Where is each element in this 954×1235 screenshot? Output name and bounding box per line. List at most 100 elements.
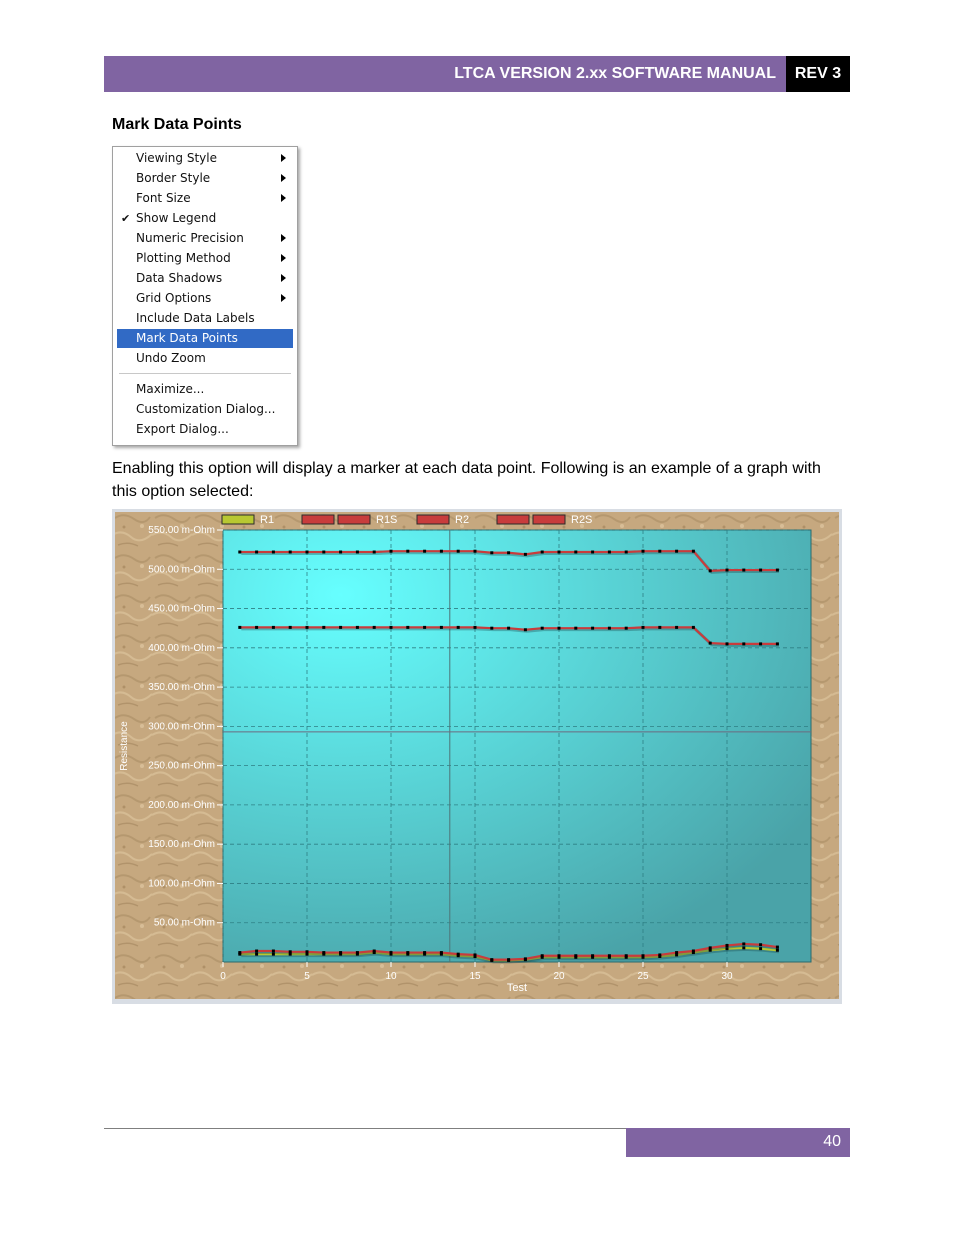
section-title: Mark Data Points (112, 116, 242, 133)
data-point-marker (372, 949, 376, 953)
data-point-marker (775, 642, 779, 646)
context-menu: Viewing Style Border Style Font Size ✔ Sh… (112, 146, 298, 446)
y-tick-label: 250.00 m-Ohm (148, 761, 215, 772)
y-tick-label: 350.00 m-Ohm (148, 682, 215, 693)
data-point-marker (473, 953, 477, 957)
menu-item-include-data-labels[interactable]: Include Data Labels (117, 309, 293, 328)
menu-item-undo-zoom[interactable]: Undo Zoom (117, 349, 293, 368)
legend-swatch (337, 514, 371, 525)
data-point-marker (708, 641, 712, 645)
data-point-marker (456, 952, 460, 956)
data-point-marker (607, 550, 611, 554)
data-point-marker (641, 549, 645, 553)
x-tick-label: 10 (385, 971, 397, 982)
menu-item-maximize[interactable]: Maximize... (117, 380, 293, 399)
legend-label: R2 (455, 514, 469, 526)
data-point-marker (355, 550, 359, 554)
revision-badge: REV 3 (786, 56, 850, 92)
data-point-marker (742, 568, 746, 572)
data-point-marker (540, 550, 544, 554)
menu-item-show-legend[interactable]: ✔ Show Legend (117, 209, 293, 228)
data-point-marker (507, 551, 511, 555)
data-point-marker (490, 958, 494, 962)
data-point-marker (591, 626, 595, 630)
menu-item-data-shadows[interactable]: Data Shadows (117, 269, 293, 288)
x-tick-label: 20 (553, 971, 565, 982)
y-tick-label: 100.00 m-Ohm (148, 878, 215, 889)
resistance-chart[interactable]: 50.00 m-Ohm 100.00 m-Ohm 150.00 m-Ohm 200.0… (112, 509, 842, 1004)
data-point-marker (742, 642, 746, 646)
menu-item-font-size[interactable]: Font Size (117, 189, 293, 208)
data-point-marker (238, 550, 242, 554)
data-point-marker (658, 549, 662, 553)
data-point-marker (742, 946, 746, 950)
data-point-marker (389, 951, 393, 955)
y-tick-label: 50.00 m-Ohm (154, 918, 215, 929)
submenu-arrow-icon (281, 234, 286, 242)
data-point-marker (557, 626, 561, 630)
footer-band: 40 (626, 1128, 850, 1157)
data-point-marker (423, 951, 427, 955)
data-point-marker (372, 550, 376, 554)
y-tick-label: 300.00 m-Ohm (148, 721, 215, 732)
data-point-marker (439, 625, 443, 629)
data-point-marker (759, 568, 763, 572)
data-point-marker (523, 552, 527, 556)
y-tick-label: 400.00 m-Ohm (148, 643, 215, 654)
data-point-marker (456, 625, 460, 629)
data-point-marker (708, 946, 712, 950)
data-point-marker (271, 949, 275, 953)
data-point-marker (523, 957, 527, 961)
description-paragraph: Enabling this option will display a mark… (112, 460, 821, 500)
data-point-marker (339, 625, 343, 629)
data-point-marker (574, 626, 578, 630)
menu-item-customization-dialog[interactable]: Customization Dialog... (117, 400, 293, 419)
menu-item-numeric-precision[interactable]: Numeric Precision (117, 229, 293, 248)
data-point-marker (775, 948, 779, 952)
data-point-marker (523, 628, 527, 632)
data-point-marker (658, 953, 662, 957)
data-point-marker (557, 954, 561, 958)
data-point-marker (305, 950, 309, 954)
menu-item-border-style[interactable]: Border Style (117, 169, 293, 188)
x-tick-label: 25 (637, 971, 649, 982)
submenu-arrow-icon (281, 154, 286, 162)
data-point-marker (322, 550, 326, 554)
data-point-marker (439, 549, 443, 553)
menu-item-viewing-style[interactable]: Viewing Style (117, 149, 293, 168)
data-point-marker (238, 951, 242, 955)
data-point-marker (759, 947, 763, 951)
x-tick-label: 5 (304, 971, 310, 982)
data-point-marker (406, 951, 410, 955)
data-point-marker (339, 951, 343, 955)
data-point-marker (389, 549, 393, 553)
data-point-marker (288, 950, 292, 954)
data-point-marker (725, 944, 729, 948)
y-tick-label: 200.00 m-Ohm (148, 800, 215, 811)
data-point-marker (775, 568, 779, 572)
menu-item-mark-data-points[interactable]: Mark Data Points (117, 329, 293, 348)
data-point-marker (591, 550, 595, 554)
data-point-marker (725, 642, 729, 646)
y-tick-label: 550.00 m-Ohm (148, 525, 215, 536)
data-point-marker (708, 569, 712, 573)
data-point-marker (255, 949, 259, 953)
menu-separator (119, 373, 291, 374)
menu-item-plotting-method[interactable]: Plotting Method (117, 249, 293, 268)
data-point-marker (439, 951, 443, 955)
data-point-marker (574, 954, 578, 958)
data-point-marker (675, 549, 679, 553)
data-point-marker (759, 943, 763, 947)
legend-swatch (301, 514, 335, 525)
data-point-marker (490, 551, 494, 555)
menu-item-grid-options[interactable]: Grid Options (117, 289, 293, 308)
menu-item-export-dialog[interactable]: Export Dialog... (117, 420, 293, 439)
data-point-marker (255, 550, 259, 554)
legend-label: R1S (376, 514, 397, 526)
y-tick-label: 450.00 m-Ohm (148, 604, 215, 615)
data-point-marker (641, 954, 645, 958)
data-point-marker (540, 626, 544, 630)
data-point-marker (691, 625, 695, 629)
data-point-marker (624, 954, 628, 958)
legend-swatch (532, 514, 566, 525)
